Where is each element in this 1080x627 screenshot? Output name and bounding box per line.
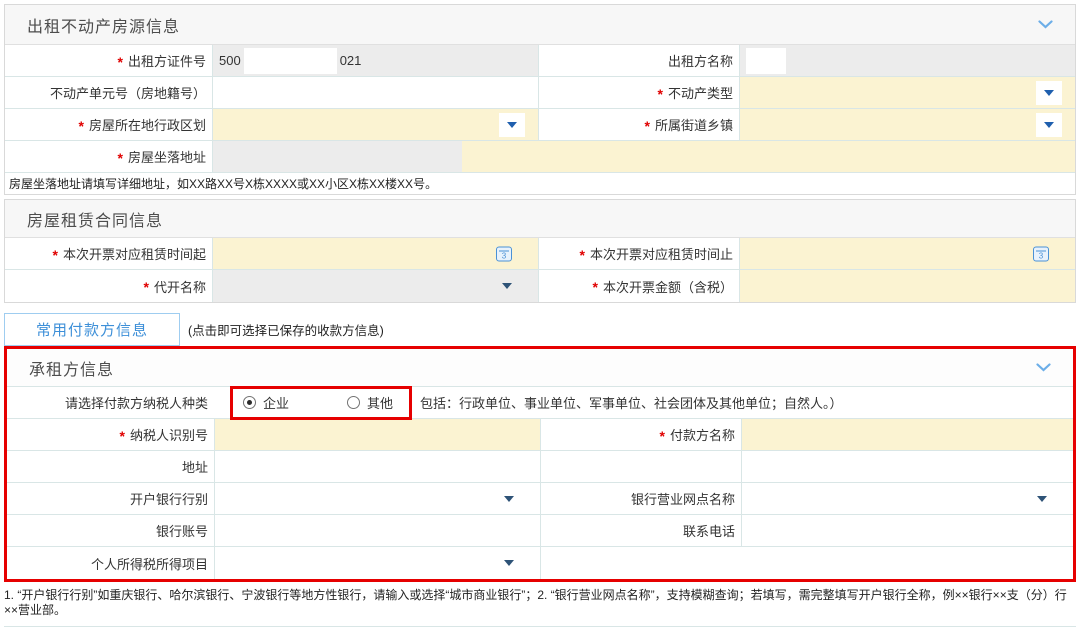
taxpayer-id-input[interactable] — [214, 419, 540, 450]
contract-section-header: 房屋租赁合同信息 — [5, 200, 1075, 238]
table-row: * 房屋所在地行政区划 * 所属街道乡镇 — [5, 109, 1075, 141]
table-row: 地址 — [7, 451, 1073, 483]
taxpayer-id-label: 纳税人识别号 — [130, 425, 208, 444]
lessee-address-input[interactable] — [214, 451, 540, 482]
payer-name-label: 付款方名称 — [670, 425, 735, 444]
bank-branch-select[interactable] — [741, 483, 1073, 514]
table-row: 个人所得税所得项目 — [7, 547, 1073, 579]
income-item-label: 个人所得税所得项目 — [91, 554, 208, 573]
calendar-icon[interactable]: 3 — [496, 246, 512, 261]
phone-input[interactable] — [741, 515, 1073, 546]
bank-field-instructions: 1. “开户银行行别”如重庆银行、哈尔滨银行、宁波银行等地方性银行，请输入或选择… — [4, 588, 1076, 618]
invoice-amount-input[interactable] — [739, 270, 1075, 302]
required-marker: * — [593, 279, 598, 295]
radio-button-icon[interactable] — [243, 396, 256, 409]
masked-area — [244, 48, 337, 74]
dropdown-arrow-icon[interactable] — [1036, 113, 1062, 137]
bank-account-input[interactable] — [214, 515, 540, 546]
lessee-section-header: 承租方信息 — [7, 349, 1073, 387]
required-marker: * — [580, 247, 585, 263]
required-marker: * — [53, 247, 58, 263]
bank-type-label: 开户银行行别 — [130, 489, 208, 508]
contract-info-section: 房屋租赁合同信息 * 本次开票对应租赁时间起 3 * 本次开票对应租赁时间止 3… — [4, 199, 1076, 303]
dropdown-arrow-icon — [502, 283, 512, 289]
address-hint: 房屋坐落地址请填写详细地址，如XX路XX号X栋XXXX或XX小区X栋XX楼XX号… — [5, 173, 1075, 194]
district-select[interactable] — [212, 109, 538, 140]
address-label: 房屋坐落地址 — [128, 147, 206, 166]
radio-other-label: 其他 — [367, 393, 393, 412]
taxpayer-type-note: 包括：行政单位、事业单位、军事单位、社会团体及其他单位；自然人。） — [420, 393, 843, 412]
required-marker: * — [79, 118, 84, 134]
required-marker: * — [660, 428, 665, 444]
lessor-name-label: 出租方名称 — [668, 51, 733, 70]
street-select[interactable] — [739, 109, 1075, 140]
lease-start-date-input[interactable]: 3 — [212, 238, 538, 269]
table-row: * 纳税人识别号 * 付款方名称 — [7, 419, 1073, 451]
issue-name-select — [212, 270, 538, 302]
issue-name-label: 代开名称 — [154, 277, 206, 296]
table-row: * 代开名称 * 本次开票金额（含税） — [5, 270, 1075, 302]
income-item-select[interactable] — [214, 547, 540, 579]
table-row: * 出租方证件号 500 021 出租方名称 — [5, 45, 1075, 77]
amount-label: 本次开票金额（含税） — [603, 277, 733, 296]
dropdown-arrow-icon[interactable] — [1036, 81, 1062, 105]
address-prefix-field — [212, 141, 462, 172]
lease-end-label: 本次开票对应租赁时间止 — [590, 244, 733, 263]
lessee-address-label: 地址 — [182, 457, 208, 476]
unit-no-label: 不动产单元号（房地籍号） — [50, 83, 206, 102]
saved-payer-tab[interactable]: 常用付款方信息 — [4, 313, 180, 346]
property-type-label: 不动产类型 — [668, 83, 733, 102]
chevron-down-icon[interactable] — [1036, 363, 1051, 372]
lessee-info-section: 承租方信息 请选择付款方纳税人种类 企业 其他 包括：行政单位、事业单位、军事单… — [4, 346, 1076, 582]
radio-enterprise[interactable]: 企业 — [243, 393, 289, 412]
required-marker: * — [658, 86, 663, 102]
district-label: 房屋所在地行政区划 — [89, 115, 206, 134]
rental-invoice-form: 出租不动产房源信息 * 出租方证件号 500 021 出租方名称 — [0, 0, 1080, 627]
taxpayer-type-row: 请选择付款方纳税人种类 企业 其他 包括：行政单位、事业单位、军事单位、社会团体… — [7, 387, 1073, 419]
dropdown-arrow-icon[interactable] — [499, 113, 525, 137]
unit-no-input[interactable] — [212, 77, 538, 108]
dropdown-arrow-icon[interactable] — [1037, 496, 1047, 502]
lessor-id-label: 出租方证件号 — [128, 51, 206, 70]
table-row: * 本次开票对应租赁时间起 3 * 本次开票对应租赁时间止 3 — [5, 238, 1075, 270]
taxpayer-type-highlight-box: 企业 其他 — [230, 386, 412, 420]
bank-type-select[interactable] — [214, 483, 540, 514]
chevron-down-icon[interactable] — [1038, 20, 1053, 29]
radio-button-icon[interactable] — [347, 396, 360, 409]
section-title: 出租不动产房源信息 — [27, 13, 180, 37]
section-title: 房屋租赁合同信息 — [27, 207, 163, 231]
payer-name-input[interactable] — [741, 419, 1073, 450]
payer-tab-row: 常用付款方信息 (点击即可选择已保存的收款方信息) — [4, 313, 1080, 346]
required-marker: * — [118, 150, 123, 166]
required-marker: * — [144, 279, 149, 295]
required-marker: * — [645, 118, 650, 134]
dropdown-arrow-icon[interactable] — [504, 560, 514, 566]
property-section-header: 出租不动产房源信息 — [5, 5, 1075, 45]
property-info-section: 出租不动产房源信息 * 出租方证件号 500 021 出租方名称 — [4, 4, 1076, 195]
taxpayer-type-label: 请选择付款方纳税人种类 — [65, 393, 208, 412]
calendar-icon[interactable]: 3 — [1033, 246, 1049, 261]
table-row: 开户银行行别 银行营业网点名称 — [7, 483, 1073, 515]
bank-account-label: 银行账号 — [156, 521, 208, 540]
radio-other[interactable]: 其他 — [347, 393, 393, 412]
lease-start-label: 本次开票对应租赁时间起 — [63, 244, 206, 263]
table-row: * 房屋坐落地址 — [5, 141, 1075, 173]
table-row: 银行账号 联系电话 — [7, 515, 1073, 547]
radio-enterprise-label: 企业 — [263, 393, 289, 412]
street-label: 所属街道乡镇 — [655, 115, 733, 134]
dropdown-arrow-icon[interactable] — [504, 496, 514, 502]
lease-end-date-input[interactable]: 3 — [739, 238, 1075, 269]
required-marker: * — [118, 54, 123, 70]
lessor-name-field — [739, 45, 1075, 76]
masked-area — [746, 48, 786, 74]
lessor-id-field: 500 021 — [212, 45, 538, 76]
table-row: 不动产单元号（房地籍号） * 不动产类型 — [5, 77, 1075, 109]
property-type-select[interactable] — [739, 77, 1075, 108]
saved-payer-hint: (点击即可选择已保存的收款方信息) — [188, 320, 384, 339]
phone-label: 联系电话 — [683, 521, 735, 540]
bank-branch-label: 银行营业网点名称 — [631, 489, 735, 508]
required-marker: * — [120, 428, 125, 444]
section-title: 承租方信息 — [29, 356, 114, 380]
address-input[interactable] — [462, 141, 1075, 172]
